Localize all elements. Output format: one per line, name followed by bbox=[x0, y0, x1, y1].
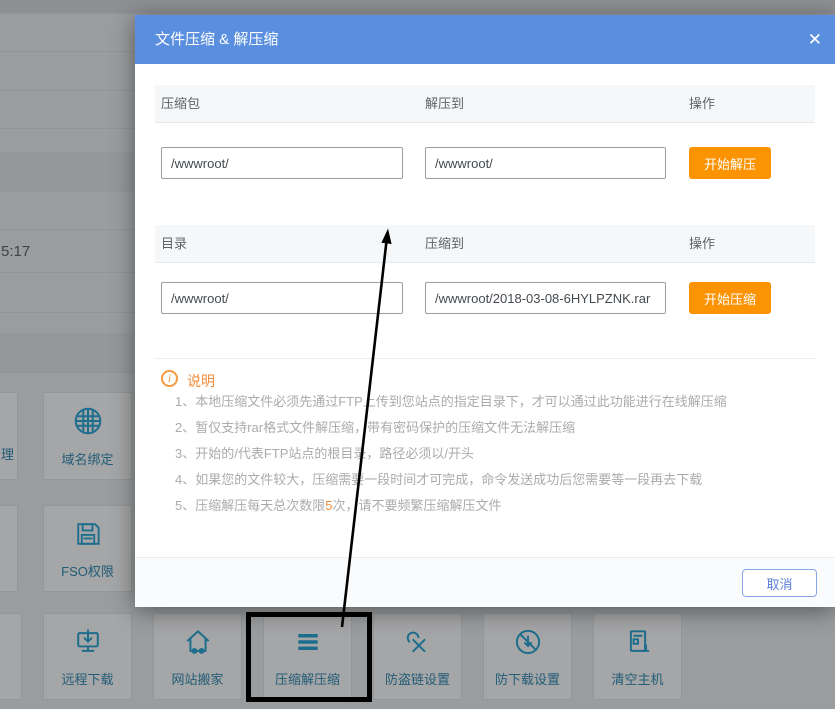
cancel-button[interactable]: 取消 bbox=[742, 569, 817, 597]
screen: 5:17 理 域名绑定 bbox=[0, 0, 835, 709]
note-item: 2、暂仅支持rar格式文件解压缩，带有密码保护的压缩文件无法解压缩 bbox=[175, 415, 795, 441]
note-item: 1、本地压缩文件必须先通过FTP上传到您站点的指定目录下，才可以通过此功能进行在… bbox=[175, 389, 795, 415]
column-label-action: 操作 bbox=[689, 85, 715, 123]
package-path-input[interactable] bbox=[161, 147, 403, 179]
compress-to-input[interactable] bbox=[425, 282, 666, 314]
notes-title: 说明 bbox=[187, 371, 215, 391]
compress-modal: 文件压缩 & 解压缩 ✕ 压缩包 解压到 操作 开始解压 目录 压缩到 操作 开… bbox=[135, 15, 835, 607]
start-decompress-button[interactable]: 开始解压 bbox=[689, 147, 771, 179]
modal-header: 文件压缩 & 解压缩 ✕ bbox=[135, 15, 835, 64]
start-compress-button[interactable]: 开始压缩 bbox=[689, 282, 771, 314]
compress-header-row: 目录 压缩到 操作 bbox=[155, 225, 815, 263]
note-item: 3、开始的/代表FTP站点的根目录，路径必须以/开头 bbox=[175, 441, 795, 467]
column-label-action: 操作 bbox=[689, 225, 715, 263]
section-divider bbox=[155, 358, 815, 359]
directory-input[interactable] bbox=[161, 282, 403, 314]
annotation-highlight-rect bbox=[246, 612, 372, 702]
decompress-header-row: 压缩包 解压到 操作 bbox=[155, 85, 815, 123]
column-label-extract-to: 解压到 bbox=[425, 85, 464, 123]
close-icon[interactable]: ✕ bbox=[808, 15, 822, 64]
extract-to-input[interactable] bbox=[425, 147, 666, 179]
note-item: 4、如果您的文件较大，压缩需要一段时间才可完成，命令发送成功后您需要等一段再去下… bbox=[175, 467, 795, 493]
info-icon: i bbox=[161, 370, 178, 387]
modal-title: 文件压缩 & 解压缩 bbox=[155, 15, 278, 64]
column-label-compress-to: 压缩到 bbox=[425, 225, 464, 263]
column-label-package: 压缩包 bbox=[161, 85, 200, 123]
notes-list: 1、本地压缩文件必须先通过FTP上传到您站点的指定目录下，才可以通过此功能进行在… bbox=[175, 389, 795, 519]
note-item: 5、压缩解压每天总次数限5次，请不要频繁压缩解压文件 bbox=[175, 493, 795, 519]
column-label-directory: 目录 bbox=[161, 225, 187, 263]
modal-footer: 取消 bbox=[135, 557, 835, 607]
